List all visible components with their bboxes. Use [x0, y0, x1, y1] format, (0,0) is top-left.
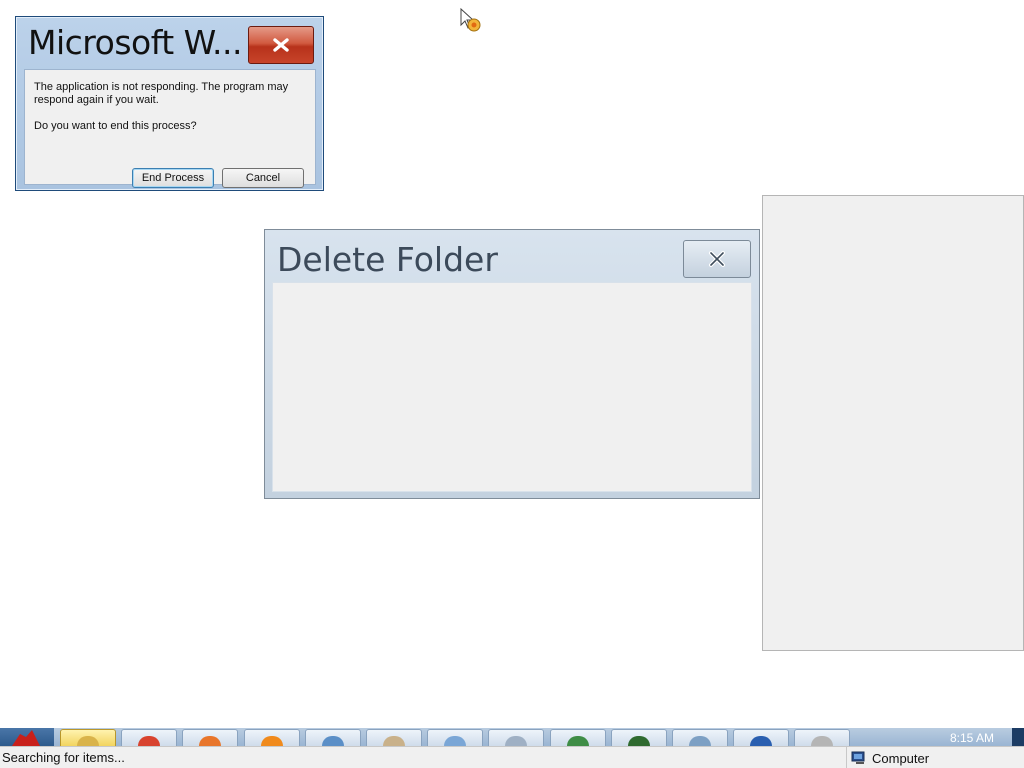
not-responding-dialog: Microsoft W... The application is not re… [15, 16, 324, 191]
close-icon [273, 38, 289, 52]
dialog-title: Delete Folder [277, 240, 498, 279]
picture-viewer-icon [322, 736, 344, 746]
dialog-question: Do you want to end this process? [34, 120, 197, 132]
taskbar-button-photo[interactable] [672, 729, 728, 746]
taskbar-button-document[interactable] [488, 729, 544, 746]
terminal-icon [628, 736, 650, 746]
start-button[interactable] [0, 728, 54, 746]
taskbar-button-firefox[interactable] [182, 729, 238, 746]
taskbar-button-chrome[interactable] [121, 729, 177, 746]
folder-icon [77, 736, 99, 746]
show-desktop-button[interactable] [1012, 728, 1024, 746]
blank-window-panel [762, 195, 1024, 651]
taskbar-button-folder[interactable] [60, 729, 116, 746]
help-icon [750, 736, 772, 746]
close-button[interactable] [683, 240, 751, 278]
end-process-button[interactable]: End Process [132, 168, 214, 188]
paint-tools-icon [383, 736, 405, 746]
dialog-message: The application is not responding. The p… [34, 81, 289, 106]
vlc-icon [261, 736, 283, 746]
paint-icon [444, 736, 466, 746]
close-button[interactable] [248, 26, 314, 64]
taskbar-button-picture-viewer[interactable] [305, 729, 361, 746]
taskbar-button-terminal[interactable] [611, 729, 667, 746]
recycle-icon [811, 736, 833, 746]
cancel-button[interactable]: Cancel [222, 168, 304, 188]
mouse-cursor-icon [460, 7, 486, 40]
computer-icon [851, 751, 865, 764]
chrome-icon [138, 736, 160, 746]
taskbar-button-help[interactable] [733, 729, 789, 746]
status-location-label: Computer [872, 750, 930, 766]
taskbar-button-vlc[interactable] [244, 729, 300, 746]
status-text: Searching for items... [2, 750, 125, 765]
taskbar-button-image-viewer[interactable] [550, 729, 606, 746]
taskbar-button-recycle[interactable] [794, 729, 850, 746]
clock: 8:15 AM [949, 731, 995, 745]
dialog-title: Microsoft W... [28, 23, 242, 62]
status-location: Computer [846, 747, 1024, 768]
dialog-body [272, 282, 752, 492]
status-bar: Searching for items... Computer [0, 746, 1024, 768]
taskbar-button-paint-tools[interactable] [366, 729, 422, 746]
image-viewer-icon [567, 736, 589, 746]
document-icon [505, 736, 527, 746]
photo-icon [689, 736, 711, 746]
delete-folder-dialog: Delete Folder [264, 229, 760, 499]
app-logo-icon [12, 730, 40, 746]
close-icon [709, 251, 725, 267]
firefox-icon [199, 736, 221, 746]
taskbar: 8:15 AM [0, 728, 1024, 746]
taskbar-button-paint[interactable] [427, 729, 483, 746]
dialog-body: The application is not responding. The p… [24, 69, 316, 188]
